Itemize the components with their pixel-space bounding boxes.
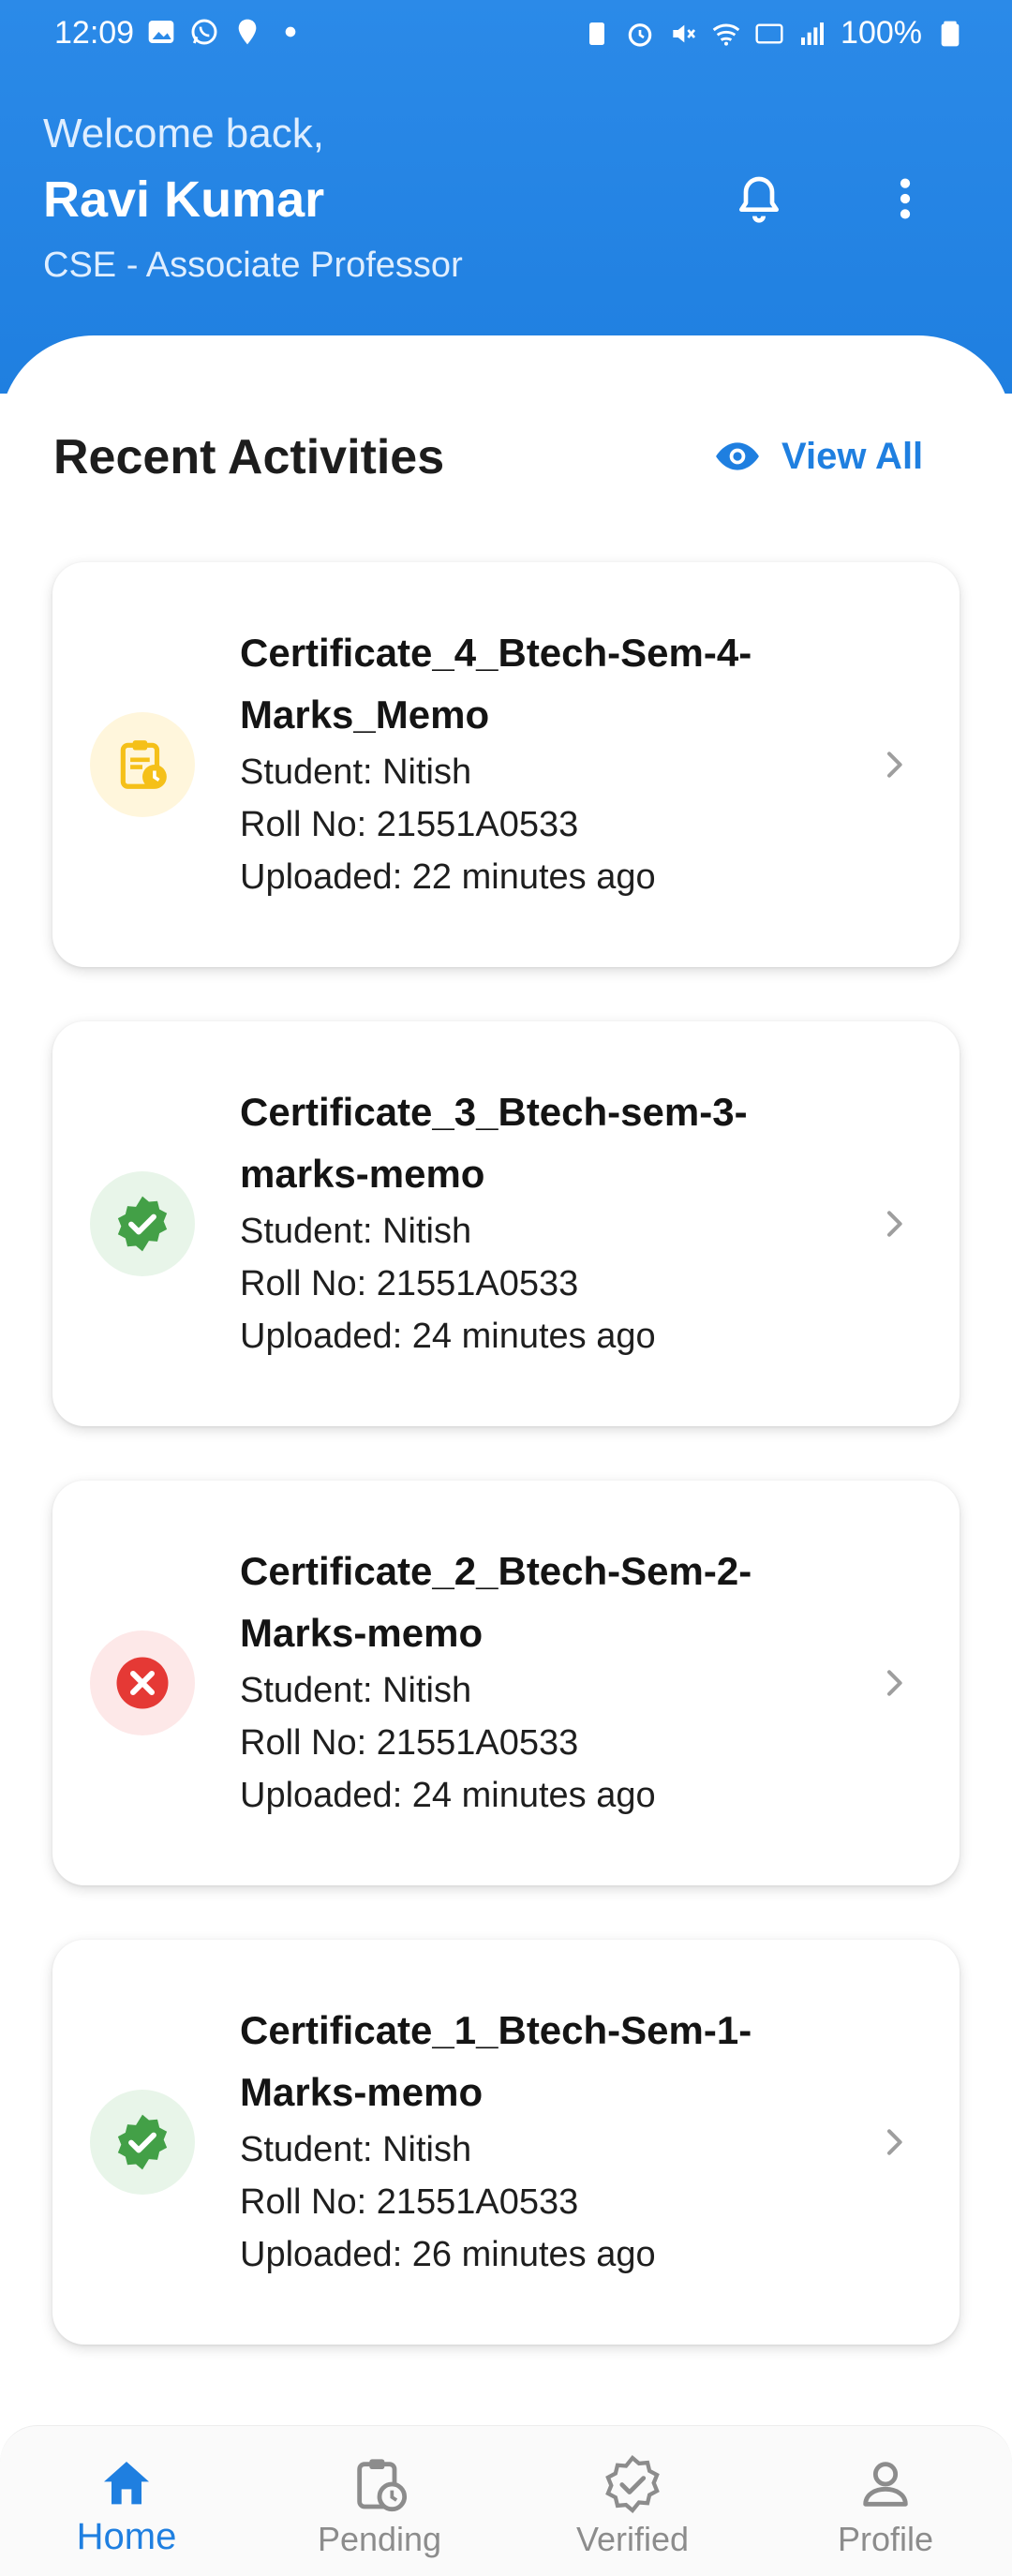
welcome-text: Welcome back,: [43, 111, 324, 156]
upload-time: Uploaded: 24 minutes ago: [240, 1317, 656, 1356]
nav-verified[interactable]: Verified: [506, 2426, 759, 2576]
nav-label: Pending: [317, 2520, 442, 2558]
notifications-button[interactable]: [725, 165, 793, 232]
status-icon-container: [90, 1630, 195, 1735]
certificate-title: Certificate_1_Btech-Sem-1-: [240, 2008, 752, 2052]
gallery-icon: [148, 21, 174, 43]
user-name: Ravi Kumar: [43, 171, 325, 228]
verified-badge-icon: [605, 2454, 660, 2514]
nav-label: Home: [76, 2516, 177, 2557]
wifi-icon: [712, 23, 740, 46]
roll-number: Roll No: 21551A0533: [240, 1264, 579, 1303]
user-role: CSE - Associate Professor: [43, 246, 463, 285]
nav-label: Profile: [837, 2520, 934, 2558]
home-icon: [104, 2462, 149, 2505]
chevron-right-icon: [887, 1211, 902, 1237]
chevron-right-icon: [887, 2129, 902, 2155]
verified-badge-icon: [117, 2114, 168, 2170]
alarm-icon: [628, 22, 652, 47]
roll-number: Roll No: 21551A0533: [240, 2182, 579, 2222]
card-text: Certificate_1_Btech-Sem-1- Marks-memo St…: [240, 2000, 877, 2281]
activity-card[interactable]: Certificate_3_Btech-sem-3- marks-memo St…: [52, 1021, 960, 1426]
clipboard-clock-icon: [120, 740, 167, 789]
activity-card[interactable]: Certificate_2_Btech-Sem-2- Marks-memo St…: [52, 1481, 960, 1885]
activity-card[interactable]: Certificate_4_Btech-Sem-4- Marks_Memo St…: [52, 562, 960, 967]
section-title: Recent Activities: [53, 430, 445, 484]
eye-icon: [716, 442, 759, 470]
roll-number: Roll No: 21551A0533: [240, 1723, 579, 1763]
cancel-circle-icon: [116, 1657, 169, 1709]
status-icon-container: [90, 712, 195, 817]
verified-badge-icon: [117, 1196, 168, 1252]
battery-percentage: 100%: [841, 15, 922, 51]
upload-time: Uploaded: 24 minutes ago: [240, 1776, 656, 1815]
bottom-navigation: Home Pending Verified Profile: [0, 2425, 1012, 2576]
student-name: Student: Nitish: [240, 1212, 472, 1251]
card-text: Certificate_2_Btech-Sem-2- Marks-memo St…: [240, 1541, 877, 1822]
nav-pending[interactable]: Pending: [253, 2426, 506, 2576]
header: 12:09 100% Welcome back, Ravi Kumar CSE …: [0, 0, 1012, 394]
battery-saver-icon: [589, 22, 605, 45]
student-name: Student: Nitish: [240, 2130, 472, 2169]
chevron-right-icon: [887, 752, 902, 778]
card-text: Certificate_3_Btech-sem-3- marks-memo St…: [240, 1081, 877, 1362]
status-bar: 12:09 100%: [0, 0, 1012, 67]
certificate-title-cont: Marks-memo: [240, 2070, 484, 2114]
card-text: Certificate_4_Btech-Sem-4- Marks_Memo St…: [240, 622, 877, 903]
certificate-title-cont: marks-memo: [240, 1152, 485, 1196]
nav-profile[interactable]: Profile: [759, 2426, 1012, 2576]
nav-home[interactable]: Home: [0, 2426, 253, 2576]
status-icon-container: [90, 2090, 195, 2195]
view-all-label: View All: [781, 435, 924, 477]
student-name: Student: Nitish: [240, 1671, 472, 1710]
upload-time: Uploaded: 22 minutes ago: [240, 857, 656, 897]
dot-icon: [285, 26, 296, 37]
bell-icon: [739, 176, 779, 223]
system-icons: 100%: [582, 15, 965, 52]
status-icon-container: [90, 1171, 195, 1276]
student-name: Student: Nitish: [240, 752, 472, 792]
signal-icon: [801, 22, 825, 45]
whatsapp-icon: [191, 19, 217, 45]
status-time: 12:09: [54, 15, 135, 51]
upload-time: Uploaded: 26 minutes ago: [240, 2235, 656, 2274]
certificate-title: Certificate_3_Btech-sem-3-: [240, 1090, 748, 1134]
notification-icons: [146, 17, 305, 47]
view-all-button[interactable]: View All: [714, 433, 923, 480]
chevron-right-icon: [887, 1670, 902, 1696]
certificate-title-cont: Marks_Memo: [240, 692, 490, 737]
nav-label: Verified: [575, 2520, 690, 2558]
activity-card[interactable]: Certificate_1_Btech-Sem-1- Marks-memo St…: [52, 1940, 960, 2345]
person-icon: [863, 2462, 908, 2507]
volte-icon: [755, 22, 783, 44]
certificate-title: Certificate_4_Btech-Sem-4-: [240, 631, 752, 675]
certificate-title: Certificate_2_Btech-Sem-2-: [240, 1549, 752, 1593]
roll-number: Roll No: 21551A0533: [240, 805, 579, 844]
location-pin-icon: [238, 19, 257, 45]
mute-icon: [673, 24, 696, 42]
more-vertical-icon: [900, 178, 911, 219]
more-options-button[interactable]: [871, 165, 939, 232]
certificate-title-cont: Marks-memo: [240, 1611, 484, 1655]
clipboard-clock-icon: [357, 2459, 408, 2512]
battery-icon: [941, 21, 960, 46]
app-screen: 12:09 100% Welcome back, Ravi Kumar CSE …: [0, 0, 1012, 2576]
